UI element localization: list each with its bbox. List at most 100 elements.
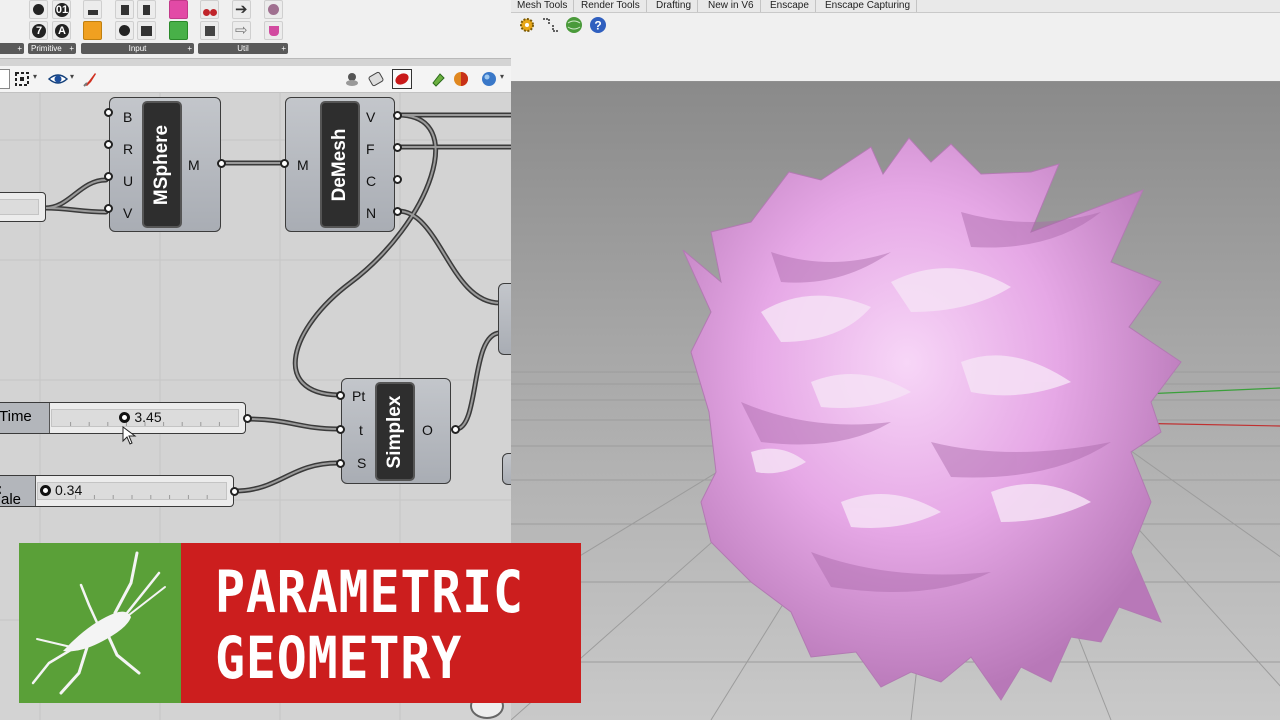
slider-track[interactable]: [0, 199, 39, 215]
input-pin-t: t: [359, 422, 363, 438]
ribbon-group-plus[interactable]: +: [0, 43, 24, 54]
input-grip[interactable]: [280, 159, 289, 168]
text-button[interactable]: A: [52, 21, 71, 40]
output-pin-v: V: [366, 109, 376, 125]
beaker-icon[interactable]: [264, 21, 283, 40]
battery-icon[interactable]: [115, 0, 134, 19]
list-icon[interactable]: [137, 0, 156, 19]
cursor-icon: [122, 426, 137, 445]
gear-icon[interactable]: [519, 17, 535, 33]
preview-shaded-icon[interactable]: [344, 71, 360, 87]
audio-icon[interactable]: [83, 21, 102, 40]
input-grip[interactable]: [104, 204, 113, 213]
output-pin-o: O: [422, 422, 433, 438]
dimension-icon[interactable]: [541, 17, 561, 33]
output-grip[interactable]: [230, 487, 239, 496]
scale-slider[interactable]: cale 0.34: [0, 475, 234, 508]
input-grip[interactable]: [336, 459, 345, 468]
gradient-icon[interactable]: [169, 0, 188, 19]
offscreen-component[interactable]: [502, 453, 511, 485]
output-grip[interactable]: [451, 425, 460, 434]
tab-enscape[interactable]: Enscape: [764, 0, 816, 12]
tab-enscape-capturing[interactable]: Enscape Capturing: [819, 0, 918, 12]
brush-icon[interactable]: [82, 71, 98, 87]
preview-wire-icon[interactable]: [368, 71, 384, 87]
binary-glyph: 01: [55, 3, 69, 17]
ribbon-group-primitive: 01 7 A Primitive +: [28, 0, 76, 56]
chevron-down-icon[interactable]: ▾: [33, 72, 37, 81]
component-nickname-box: MSphere: [142, 101, 182, 228]
perspective-viewport[interactable]: [511, 82, 1280, 720]
grasshopper-logo-icon: [31, 551, 166, 695]
ribbon-group-label: Input +: [81, 43, 194, 54]
input-grip[interactable]: [104, 108, 113, 117]
cut-off-slider[interactable]: [0, 192, 46, 222]
ribbon-group-util: ➔ ⇨ Util +: [198, 0, 288, 56]
tree-icon[interactable]: [200, 21, 219, 40]
globe-icon[interactable]: [481, 71, 497, 87]
chevron-down-icon[interactable]: ▾: [70, 72, 74, 81]
slider-knob[interactable]: [40, 485, 51, 496]
integer-button[interactable]: 7: [29, 21, 48, 40]
ribbon-group-plus[interactable]: +: [281, 43, 286, 54]
demesh-component[interactable]: M DeMesh V F C N: [285, 97, 395, 232]
tab-new-in-v6[interactable]: New in V6: [702, 0, 761, 12]
input-pin-r: R: [123, 141, 134, 157]
component-ribbon: + 01 7 A Primitive + Input + ➔ ⇨ Util +: [0, 0, 511, 59]
arrow-right-icon[interactable]: ➔: [232, 0, 251, 19]
ribbon-group-name: Primitive: [31, 44, 62, 53]
ribbon-group-label: Primitive +: [28, 43, 76, 54]
output-grip[interactable]: [243, 414, 252, 423]
msphere-component[interactable]: B R U V MSphere M: [109, 97, 221, 232]
flask-icon[interactable]: [264, 0, 283, 19]
cherry-icon[interactable]: [200, 0, 219, 19]
chevron-down-icon[interactable]: ▾: [500, 72, 504, 81]
output-pin-c: C: [366, 173, 377, 189]
ribbon-group-plus[interactable]: +: [187, 43, 192, 54]
sphere-icon[interactable]: [453, 71, 469, 87]
slider-label-text: ale: [1, 491, 22, 508]
octagon-icon[interactable]: [29, 0, 48, 19]
preview-selected-icon[interactable]: [392, 69, 412, 89]
input-grip[interactable]: [104, 140, 113, 149]
output-grip[interactable]: [393, 207, 402, 216]
download-icon[interactable]: [83, 0, 102, 19]
component-name: DeMesh: [329, 128, 350, 201]
output-grip[interactable]: [217, 159, 226, 168]
zoom-field[interactable]: [0, 69, 10, 89]
tab-render-tools[interactable]: Render Tools: [575, 0, 647, 12]
component-name: MSphere: [151, 124, 172, 205]
output-grip[interactable]: [393, 175, 402, 184]
help-icon[interactable]: ?: [589, 16, 607, 34]
output-grip[interactable]: [393, 111, 402, 120]
ribbon-group-plus[interactable]: +: [69, 43, 74, 54]
input-grip[interactable]: [336, 391, 345, 400]
input-pin-u: U: [123, 173, 134, 189]
offscreen-component[interactable]: [498, 283, 511, 355]
eye-icon[interactable]: [48, 71, 68, 87]
rhino-tab-bar: Mesh Tools Render Tools Drafting New in …: [511, 0, 1280, 13]
globe-icon[interactable]: [565, 16, 583, 34]
title-banner: PARAMETRIC GEOMETRY: [19, 543, 581, 703]
title-box: PARAMETRIC GEOMETRY: [181, 543, 581, 703]
rhino-toolbar: ?: [511, 13, 1280, 81]
input-pin-v: V: [123, 205, 133, 221]
paint-icon[interactable]: [430, 71, 446, 87]
input-pin-s: S: [357, 455, 367, 471]
slider-value: 0.34: [55, 482, 83, 498]
toggle-icon[interactable]: [115, 21, 134, 40]
tab-mesh-tools[interactable]: Mesh Tools: [511, 0, 575, 12]
binary-button[interactable]: 01: [52, 0, 71, 19]
integer-glyph: 7: [32, 24, 46, 38]
output-grip[interactable]: [393, 143, 402, 152]
value-list-icon[interactable]: [137, 21, 156, 40]
tab-drafting[interactable]: Drafting: [650, 0, 699, 12]
arrow-outline-icon[interactable]: ⇨: [232, 21, 251, 40]
banner-title-line-1: PARAMETRIC: [215, 558, 524, 626]
ribbon-group-label: Util +: [198, 43, 288, 54]
input-grip[interactable]: [336, 425, 345, 434]
matrix-icon[interactable]: [169, 21, 188, 40]
input-grip[interactable]: [104, 172, 113, 181]
frame-select-icon[interactable]: [14, 71, 30, 87]
simplex-component[interactable]: Pt t S Simplex O: [341, 378, 451, 484]
